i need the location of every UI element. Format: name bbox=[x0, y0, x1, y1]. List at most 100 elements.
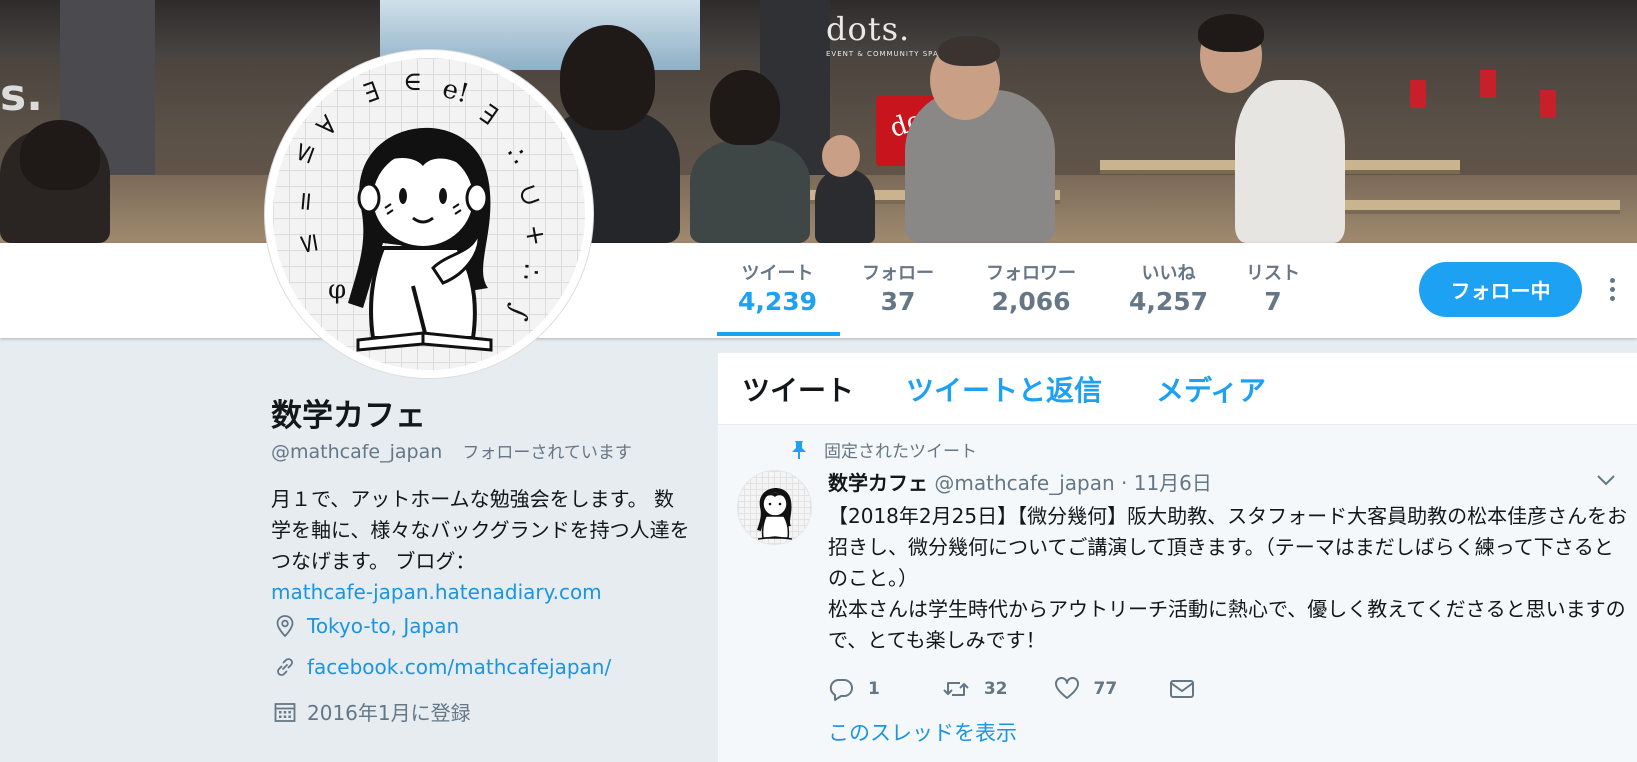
banner-person-head bbox=[822, 135, 860, 177]
svg-text:=: = bbox=[290, 189, 322, 213]
profile-handle[interactable]: @mathcafe_japan bbox=[271, 441, 442, 463]
svg-text:≤: ≤ bbox=[292, 230, 325, 257]
pinned-label-row: 固定されたツイート bbox=[790, 437, 977, 462]
retweet-button[interactable]: 32 bbox=[942, 678, 1008, 700]
avatar-drawing: ≤ ∀ ∃ ∈ e! ∃ ∴ ∪ + ∴ ∫ = ≤ φ bbox=[286, 67, 551, 352]
svg-text:∃: ∃ bbox=[474, 99, 503, 132]
stat-followers[interactable]: フォロワー 2,066 bbox=[986, 259, 1076, 316]
profile-nav-bar: ツイート 4,239 フォロー 37 フォロワー 2,066 いいね 4,257… bbox=[0, 243, 1637, 338]
location-icon bbox=[276, 615, 294, 638]
stat-value: 4,239 bbox=[738, 287, 818, 316]
banner-person bbox=[690, 140, 810, 243]
chevron-down-icon[interactable] bbox=[1596, 473, 1616, 487]
retweet-count: 32 bbox=[983, 679, 1008, 699]
direct-message-button[interactable] bbox=[1169, 678, 1209, 700]
reply-count: 1 bbox=[868, 679, 880, 699]
banner-wall-sign: s. bbox=[0, 70, 43, 121]
timeline-tabs: ツイート ツイートと返信 メディア bbox=[718, 353, 1637, 425]
svg-text:∪: ∪ bbox=[511, 180, 547, 211]
tweet-actions: 1 32 77 bbox=[828, 677, 1249, 701]
svg-text:∴: ∴ bbox=[515, 262, 546, 281]
stat-value: 37 bbox=[880, 287, 916, 316]
tweet-author-avatar[interactable] bbox=[737, 470, 812, 545]
profile-handle-row: @mathcafe_japan フォローされています bbox=[271, 438, 632, 463]
tweet-text: 【2018年2月25日】【微分幾何】阪大助教、スタフォード大客員助教の松本佳彦さ… bbox=[828, 504, 1628, 652]
stat-value: 2,066 bbox=[991, 287, 1071, 316]
location-link[interactable]: Tokyo-to, Japan bbox=[307, 614, 459, 638]
follows-you-badge: フォローされています bbox=[462, 443, 632, 463]
banner-person-head bbox=[20, 120, 100, 190]
svg-text:+: + bbox=[518, 222, 551, 249]
banner-person-hair bbox=[1198, 14, 1264, 52]
tab-tweets[interactable]: ツイート bbox=[742, 369, 854, 409]
banner-person-hair bbox=[938, 36, 1000, 66]
profile-location: Tokyo-to, Japan bbox=[273, 614, 459, 638]
banner-person-head bbox=[560, 25, 655, 130]
banner-sign: dots. EVENT & COMMUNITY SPACE bbox=[826, 10, 950, 58]
tweet-date[interactable]: 11月6日 bbox=[1134, 471, 1212, 495]
svg-text:∫: ∫ bbox=[502, 301, 535, 324]
reply-icon bbox=[829, 679, 853, 701]
stat-label: フォロー bbox=[862, 263, 934, 284]
avatar-illustration: ≤ ∀ ∃ ∈ e! ∃ ∴ ∪ + ∴ ∫ = ≤ φ bbox=[273, 58, 585, 370]
profile-bio: 月１で、アットホームな勉強会をします。 数学を軸に、様々なバックグランドを持つ人… bbox=[271, 484, 691, 608]
stat-value: 4,257 bbox=[1129, 287, 1209, 316]
tweet-header: 数学カフェ @mathcafe_japan · 11月6日 bbox=[828, 467, 1212, 496]
stat-lists[interactable]: リスト 7 bbox=[1246, 259, 1300, 316]
like-count: 77 bbox=[1093, 679, 1118, 699]
stat-following[interactable]: フォロー 37 bbox=[862, 259, 934, 316]
tweet-separator: · bbox=[1121, 471, 1128, 495]
tweet-avatar-drawing bbox=[757, 488, 793, 540]
banner-table bbox=[1320, 200, 1620, 214]
tab-tweets-and-replies[interactable]: ツイートと返信 bbox=[906, 369, 1102, 409]
tweet-author-name[interactable]: 数学カフェ bbox=[828, 471, 928, 495]
direct-message-icon bbox=[1170, 680, 1195, 698]
reply-button[interactable]: 1 bbox=[828, 677, 880, 701]
profile-name: 数学カフェ bbox=[271, 398, 426, 434]
svg-text:∀: ∀ bbox=[312, 110, 345, 143]
svg-text:∴: ∴ bbox=[499, 140, 533, 171]
stat-likes[interactable]: いいね 4,257 bbox=[1129, 259, 1208, 316]
bio-link[interactable]: mathcafe-japan.hatenadiary.com bbox=[271, 580, 602, 604]
bio-text: 月１で、アットホームな勉強会をします。 数学を軸に、様々なバックグランドを持つ人… bbox=[271, 487, 690, 573]
banner-chair bbox=[1540, 90, 1556, 118]
banner-person bbox=[1235, 80, 1345, 243]
following-button[interactable]: フォロー中 bbox=[1419, 262, 1582, 317]
calendar-icon bbox=[274, 702, 296, 722]
tab-media[interactable]: メディア bbox=[1156, 369, 1266, 409]
profile-joined: 2016年1月に登録 bbox=[273, 697, 471, 726]
stat-value: 7 bbox=[1264, 287, 1282, 316]
banner-person-head bbox=[710, 70, 780, 145]
stat-label: フォロワー bbox=[986, 263, 1076, 284]
like-button[interactable]: 77 bbox=[1054, 677, 1118, 701]
retweet-icon bbox=[943, 682, 969, 696]
banner-chair bbox=[1410, 80, 1426, 108]
joined-date: 2016年1月に登録 bbox=[307, 701, 471, 725]
active-stat-underline bbox=[717, 332, 840, 336]
tweet-author-handle[interactable]: @mathcafe_japan bbox=[934, 471, 1114, 495]
profile-avatar[interactable]: ≤ ∀ ∃ ∈ e! ∃ ∴ ∪ + ∴ ∫ = ≤ φ bbox=[265, 50, 593, 378]
stat-label: いいね bbox=[1141, 263, 1196, 284]
pinned-label: 固定されたツイート bbox=[824, 442, 977, 462]
stat-label: ツイート bbox=[741, 263, 814, 284]
website-link[interactable]: facebook.com/mathcafejapan/ bbox=[307, 655, 611, 679]
link-icon bbox=[277, 658, 293, 676]
more-vertical-icon[interactable] bbox=[1610, 278, 1616, 305]
svg-text:∃: ∃ bbox=[360, 77, 384, 110]
header-banner: s. dots. EVENT & COMMUNITY SPACE dot bbox=[0, 0, 1637, 243]
banner-person bbox=[815, 170, 875, 243]
profile-website: facebook.com/mathcafejapan/ bbox=[273, 655, 611, 679]
pin-icon bbox=[792, 440, 806, 459]
banner-sign-text: dots. bbox=[826, 10, 911, 48]
svg-text:φ: φ bbox=[328, 275, 346, 305]
show-thread-link[interactable]: このスレッドを表示 bbox=[828, 717, 1017, 747]
svg-text:≤: ≤ bbox=[286, 138, 322, 169]
stat-label: リスト bbox=[1246, 263, 1300, 284]
like-icon bbox=[1054, 677, 1079, 699]
banner-sign-subtext: EVENT & COMMUNITY SPACE bbox=[826, 50, 950, 58]
pinned-tweet[interactable]: 固定されたツイート 数学カフェ @mathcafe_japan · 11月6日 … bbox=[718, 425, 1637, 762]
svg-text:∈: ∈ bbox=[403, 67, 422, 97]
timeline: ツイート ツイートと返信 メディア 固定されたツイート 数学カフェ @mathc bbox=[718, 353, 1637, 762]
svg-text:e!: e! bbox=[439, 74, 472, 110]
stat-tweets[interactable]: ツイート 4,239 bbox=[738, 259, 817, 316]
